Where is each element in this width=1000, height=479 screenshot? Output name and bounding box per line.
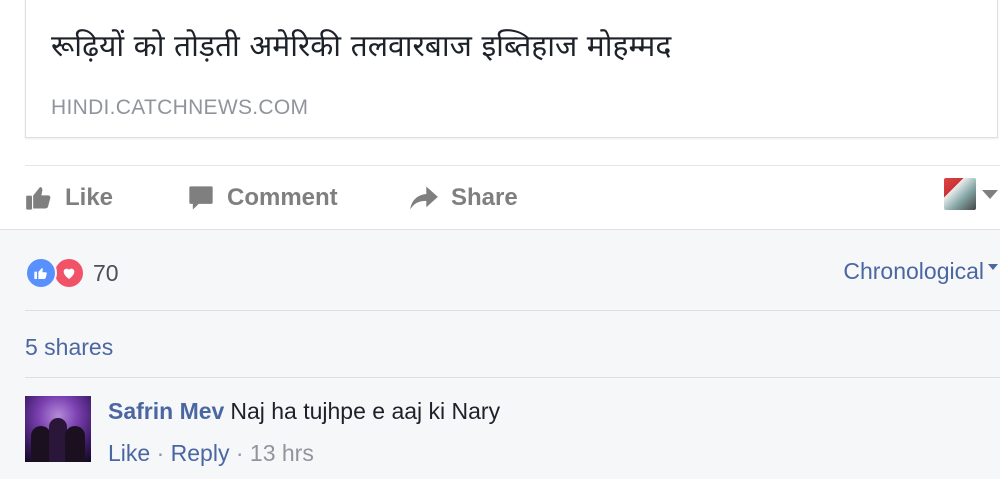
comment-sort-dropdown[interactable]: Chronological: [843, 258, 998, 285]
shares-link[interactable]: 5 shares: [25, 334, 113, 361]
comment-button[interactable]: Comment: [187, 180, 338, 216]
comment-author-link[interactable]: Safrin Mev: [108, 398, 224, 424]
caret-down-icon: [988, 264, 998, 270]
facebook-post-footer: रूढ़ियों को तोड़ती अमेरिकी तलवारबाज इब्त…: [0, 0, 1000, 479]
speech-bubble-icon: [187, 184, 215, 212]
comment-body: Safrin Mev Naj ha tujhpe e aaj ki Nary: [108, 398, 500, 425]
comment-timestamp[interactable]: 13 hrs: [250, 440, 314, 466]
share-button-label: Share: [451, 184, 518, 211]
comment-text: Naj ha tujhpe e aaj ki Nary: [230, 398, 501, 424]
love-reaction-icon: [53, 257, 85, 289]
separator: ·: [156, 440, 165, 466]
link-preview-domain: HINDI.CATCHNEWS.COM: [51, 96, 309, 119]
like-reaction-icon: [25, 257, 57, 289]
share-button[interactable]: Share: [409, 180, 518, 216]
commenter-avatar[interactable]: [25, 396, 91, 462]
post-as-selector[interactable]: [944, 176, 998, 212]
comment-button-label: Comment: [227, 184, 338, 211]
divider: [25, 310, 1000, 311]
separator: ·: [235, 440, 244, 466]
post-action-bar: Like Comment Share: [25, 165, 1000, 229]
feedback-section: 70 Chronological 5 shares Safrin Mev Naj …: [0, 229, 1000, 479]
divider: [25, 377, 1000, 378]
thumbs-up-icon: [25, 184, 53, 212]
reaction-count: 70: [93, 259, 119, 286]
reaction-summary[interactable]: 70: [25, 255, 119, 291]
avatar: [944, 178, 976, 210]
comment-like-link[interactable]: Like: [108, 440, 150, 466]
like-button[interactable]: Like: [25, 180, 113, 216]
link-preview-card[interactable]: रूढ़ियों को तोड़ती अमेरिकी तलवारबाज इब्त…: [25, 0, 998, 138]
like-button-label: Like: [65, 184, 114, 211]
comment-reply-link[interactable]: Reply: [171, 440, 230, 466]
share-arrow-icon: [409, 185, 439, 211]
link-preview-title[interactable]: रूढ़ियों को तोड़ती अमेरिकी तलवारबाज इब्त…: [51, 24, 671, 65]
comment-sort-label: Chronological: [843, 258, 984, 284]
chevron-down-icon: [982, 189, 998, 199]
comment-actions: Like · Reply · 13 hrs: [108, 440, 314, 467]
